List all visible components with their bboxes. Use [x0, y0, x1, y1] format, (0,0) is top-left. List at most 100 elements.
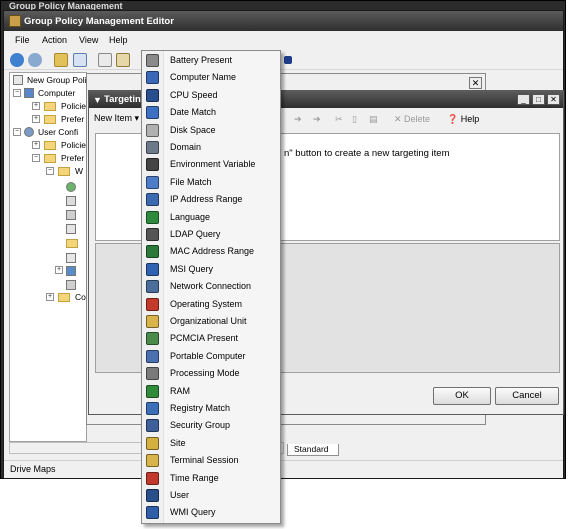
menu-item-file-match[interactable]: File Match [142, 174, 280, 191]
menu-item-date-match[interactable]: Date Match [142, 104, 280, 121]
menu-item-mac-address-range[interactable]: MAC Address Range [142, 243, 280, 260]
paste-icon[interactable]: ▤ [369, 114, 378, 125]
tree-item-label: Policie [61, 140, 87, 150]
collapse-icon[interactable]: − [32, 154, 40, 162]
menu-item-domain[interactable]: Domain [142, 139, 280, 156]
move-down-icon[interactable]: ➔ [313, 114, 321, 125]
os-icon [146, 297, 159, 311]
menu-item-label: CPU Speed [170, 89, 218, 100]
cpu-icon [146, 88, 159, 102]
editor-titlebar[interactable]: Group Policy Management Editor [4, 11, 563, 31]
collapse-icon[interactable]: − [46, 167, 54, 175]
menu-item-terminal-session[interactable]: Terminal Session [142, 452, 280, 469]
cancel-button[interactable]: Cancel [495, 387, 559, 405]
delete-label: Delete [404, 114, 431, 124]
tree-item-label: W [75, 166, 84, 176]
menu-item-label: LDAP Query [170, 229, 221, 239]
empty-hint-text: n" button to create a new targeting item [284, 148, 450, 159]
forward-arrow-icon[interactable] [28, 53, 42, 67]
close-icon[interactable]: ✕ [547, 94, 560, 105]
maximize-icon[interactable]: □ [532, 94, 545, 105]
ini-files-icon[interactable] [66, 253, 76, 263]
menu-item-registry-match[interactable]: Registry Match [142, 400, 280, 417]
menu-item-wmi-query[interactable]: WMI Query [142, 504, 280, 521]
editor-title: Group Policy Management Editor [24, 16, 174, 27]
registry-icon[interactable] [66, 266, 76, 276]
battery-icon [146, 54, 159, 67]
menu-item-site[interactable]: Site [142, 435, 280, 452]
minimize-icon[interactable]: _ [517, 94, 530, 105]
menu-item-processing-mode[interactable]: Processing Mode [142, 365, 280, 382]
expand-icon[interactable]: + [46, 293, 54, 301]
files-icon[interactable] [66, 224, 76, 234]
delete-button[interactable]: ✕ Delete [394, 114, 430, 125]
expand-icon[interactable]: + [32, 141, 40, 149]
back-arrow-icon[interactable] [10, 53, 24, 67]
menu-item-user[interactable]: User [142, 487, 280, 504]
menu-action[interactable]: Action [42, 35, 67, 45]
tree-item-label: Prefer [61, 114, 85, 124]
menu-item-security-group[interactable]: Security Group [142, 417, 280, 434]
collapse-icon[interactable]: − [13, 89, 21, 97]
menu-item-disk-space[interactable]: Disk Space [142, 122, 280, 139]
menu-item-label: MSI Query [170, 263, 214, 274]
menu-item-cpu-speed[interactable]: CPU Speed [142, 87, 280, 104]
menu-item-ldap-query[interactable]: LDAP Query [142, 226, 280, 243]
drive-maps-icon[interactable] [66, 196, 76, 206]
paste-icon[interactable] [116, 53, 130, 67]
ok-button[interactable]: OK [433, 387, 491, 405]
up-folder-icon[interactable] [54, 53, 68, 67]
expand-icon[interactable]: + [32, 115, 40, 123]
add-icon[interactable] [284, 56, 292, 64]
file-icon [146, 175, 159, 189]
tab-standard[interactable]: Standard [287, 444, 339, 456]
applications-icon[interactable] [66, 182, 76, 192]
menu-help[interactable]: Help [109, 35, 128, 45]
tree-item-label: Prefer [61, 153, 85, 163]
menu-item-pcmcia-present[interactable]: PCMCIA Present [142, 330, 280, 347]
calendar-icon [146, 106, 159, 120]
expand-icon[interactable]: + [32, 102, 40, 110]
shortcuts-icon[interactable] [66, 280, 76, 290]
tree-item-label: Policie [61, 101, 87, 111]
collapse-icon[interactable]: − [13, 128, 21, 136]
ou-icon [146, 315, 159, 328]
menu-item-battery-present[interactable]: Battery Present [142, 52, 280, 69]
menu-item-label: IP Address Range [170, 194, 243, 205]
help-button[interactable]: ❓ Help [447, 114, 479, 125]
menu-item-msi-query[interactable]: MSI Query [142, 261, 280, 278]
copy-icon[interactable] [98, 53, 112, 67]
menu-item-label: Security Group [170, 420, 231, 431]
menu-item-computer-name[interactable]: Computer Name [142, 69, 280, 86]
menu-view[interactable]: View [79, 35, 98, 45]
pcmcia-icon [146, 332, 159, 346]
folders-icon[interactable] [66, 239, 78, 248]
expand-icon[interactable]: + [55, 266, 63, 274]
toolbar [4, 50, 563, 70]
menu-item-ram[interactable]: RAM [142, 383, 280, 400]
menu-item-time-range[interactable]: Time Range [142, 470, 280, 487]
menu-item-organizational-unit[interactable]: Organizational Unit [142, 313, 280, 330]
menu-item-environment-variable[interactable]: Environment Variable [142, 156, 280, 173]
cut-icon[interactable]: ✂ [335, 114, 343, 125]
editor-window: Group Policy Management Editor File Acti… [3, 10, 564, 479]
menu-item-network-connection[interactable]: Network Connection [142, 278, 280, 295]
site-icon [146, 436, 159, 450]
menu-item-operating-system[interactable]: Operating System [142, 296, 280, 313]
show-tree-icon[interactable] [73, 53, 87, 67]
menu-file[interactable]: File [15, 35, 30, 45]
move-up-icon[interactable]: ➔ [294, 114, 302, 125]
registry-icon [146, 402, 159, 415]
copy-icon[interactable]: ▯ [352, 114, 357, 125]
menu-item-label: Organizational Unit [170, 316, 247, 326]
environment-icon[interactable] [66, 210, 76, 220]
menu-item-portable-computer[interactable]: Portable Computer [142, 348, 280, 365]
menu-item-label: Language [170, 211, 211, 222]
menu-item-ip-address-range[interactable]: IP Address Range [142, 191, 280, 208]
new-item-button[interactable]: New Item ▾ [94, 113, 139, 124]
new-item-label: New Item [94, 113, 133, 123]
statusbar: Drive Maps [4, 460, 563, 478]
close-icon[interactable]: ✕ [469, 77, 482, 89]
computer-icon [146, 71, 159, 85]
menu-item-language[interactable]: Language [142, 209, 280, 226]
